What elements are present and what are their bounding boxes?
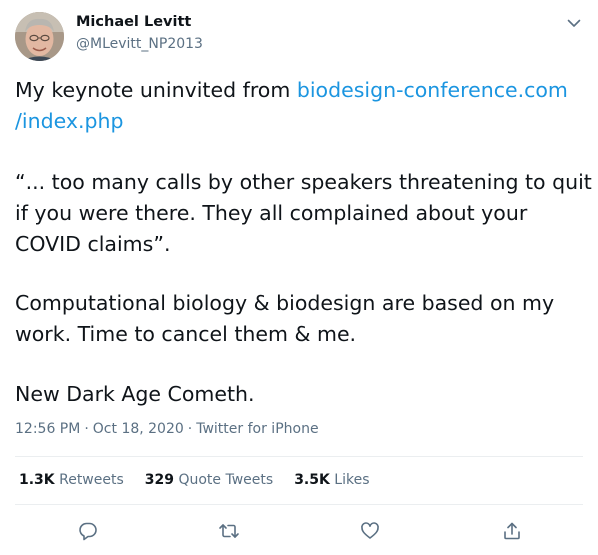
tweet-text-line: “... too many calls by other speakers th… xyxy=(15,170,592,194)
heart-icon xyxy=(361,522,379,539)
tweet-stats: 1.3K Retweets 329 Quote Tweets 3.5K Like… xyxy=(19,472,391,488)
reply-icon xyxy=(79,522,97,541)
author-name[interactable]: Michael Levitt xyxy=(76,14,191,30)
retweets-count: 1.3K xyxy=(19,472,55,488)
tweet-card: Michael Levitt @MLevitt_NP2013 My keynot… xyxy=(0,0,598,555)
tweet-time[interactable]: 12:56 PM xyxy=(15,421,80,437)
quote-tweets-stat[interactable]: 329 Quote Tweets xyxy=(145,472,273,488)
tweet-text-line: work. Time to cancel them & me. xyxy=(15,322,357,346)
retweet-button[interactable] xyxy=(217,519,241,543)
retweet-icon xyxy=(219,524,239,538)
avatar-photo xyxy=(15,12,64,61)
author-handle[interactable]: @MLevitt_NP2013 xyxy=(76,36,203,52)
tweet-meta: 12:56 PM · Oct 18, 2020 · Twitter for iPhone xyxy=(15,421,319,437)
likes-label: Likes xyxy=(334,472,370,488)
meta-separator: · xyxy=(84,421,89,437)
retweets-stat[interactable]: 1.3K Retweets xyxy=(19,472,124,488)
divider xyxy=(15,456,583,457)
divider xyxy=(15,504,583,505)
tweet-link[interactable]: biodesign-conference.com xyxy=(297,78,568,102)
tweet-text-line: /index.php xyxy=(15,106,585,137)
tweet-link-continued[interactable]: /index.php xyxy=(15,109,124,133)
chevron-down-icon[interactable] xyxy=(563,12,585,34)
tweet-text-line: My keynote uninvited from biodesign-conf… xyxy=(15,75,585,106)
tweet-text-line: Computational biology & biodesign are ba… xyxy=(15,291,555,315)
likes-stat[interactable]: 3.5K Likes xyxy=(294,472,369,488)
tweet-text: My keynote uninvited from xyxy=(15,78,297,102)
meta-separator: · xyxy=(187,421,193,437)
likes-count: 3.5K xyxy=(294,472,330,488)
tweet-source[interactable]: Twitter for iPhone xyxy=(196,421,318,437)
tweet-text-line: New Dark Age Cometh. xyxy=(15,382,255,406)
quote-tweets-count: 329 xyxy=(144,472,175,488)
share-button[interactable] xyxy=(500,519,524,543)
like-button[interactable] xyxy=(358,519,382,543)
share-icon xyxy=(504,522,520,540)
tweet-text-line: if you were there. They all complained a… xyxy=(15,201,528,225)
retweets-label: Retweets xyxy=(59,472,124,488)
tweet-date[interactable]: Oct 18, 2020 xyxy=(93,421,184,437)
quote-tweets-label: Quote Tweets xyxy=(178,472,274,488)
tweet-text-line: COVID claims”. xyxy=(15,232,171,256)
avatar[interactable] xyxy=(15,12,64,61)
reply-button[interactable] xyxy=(76,519,100,543)
